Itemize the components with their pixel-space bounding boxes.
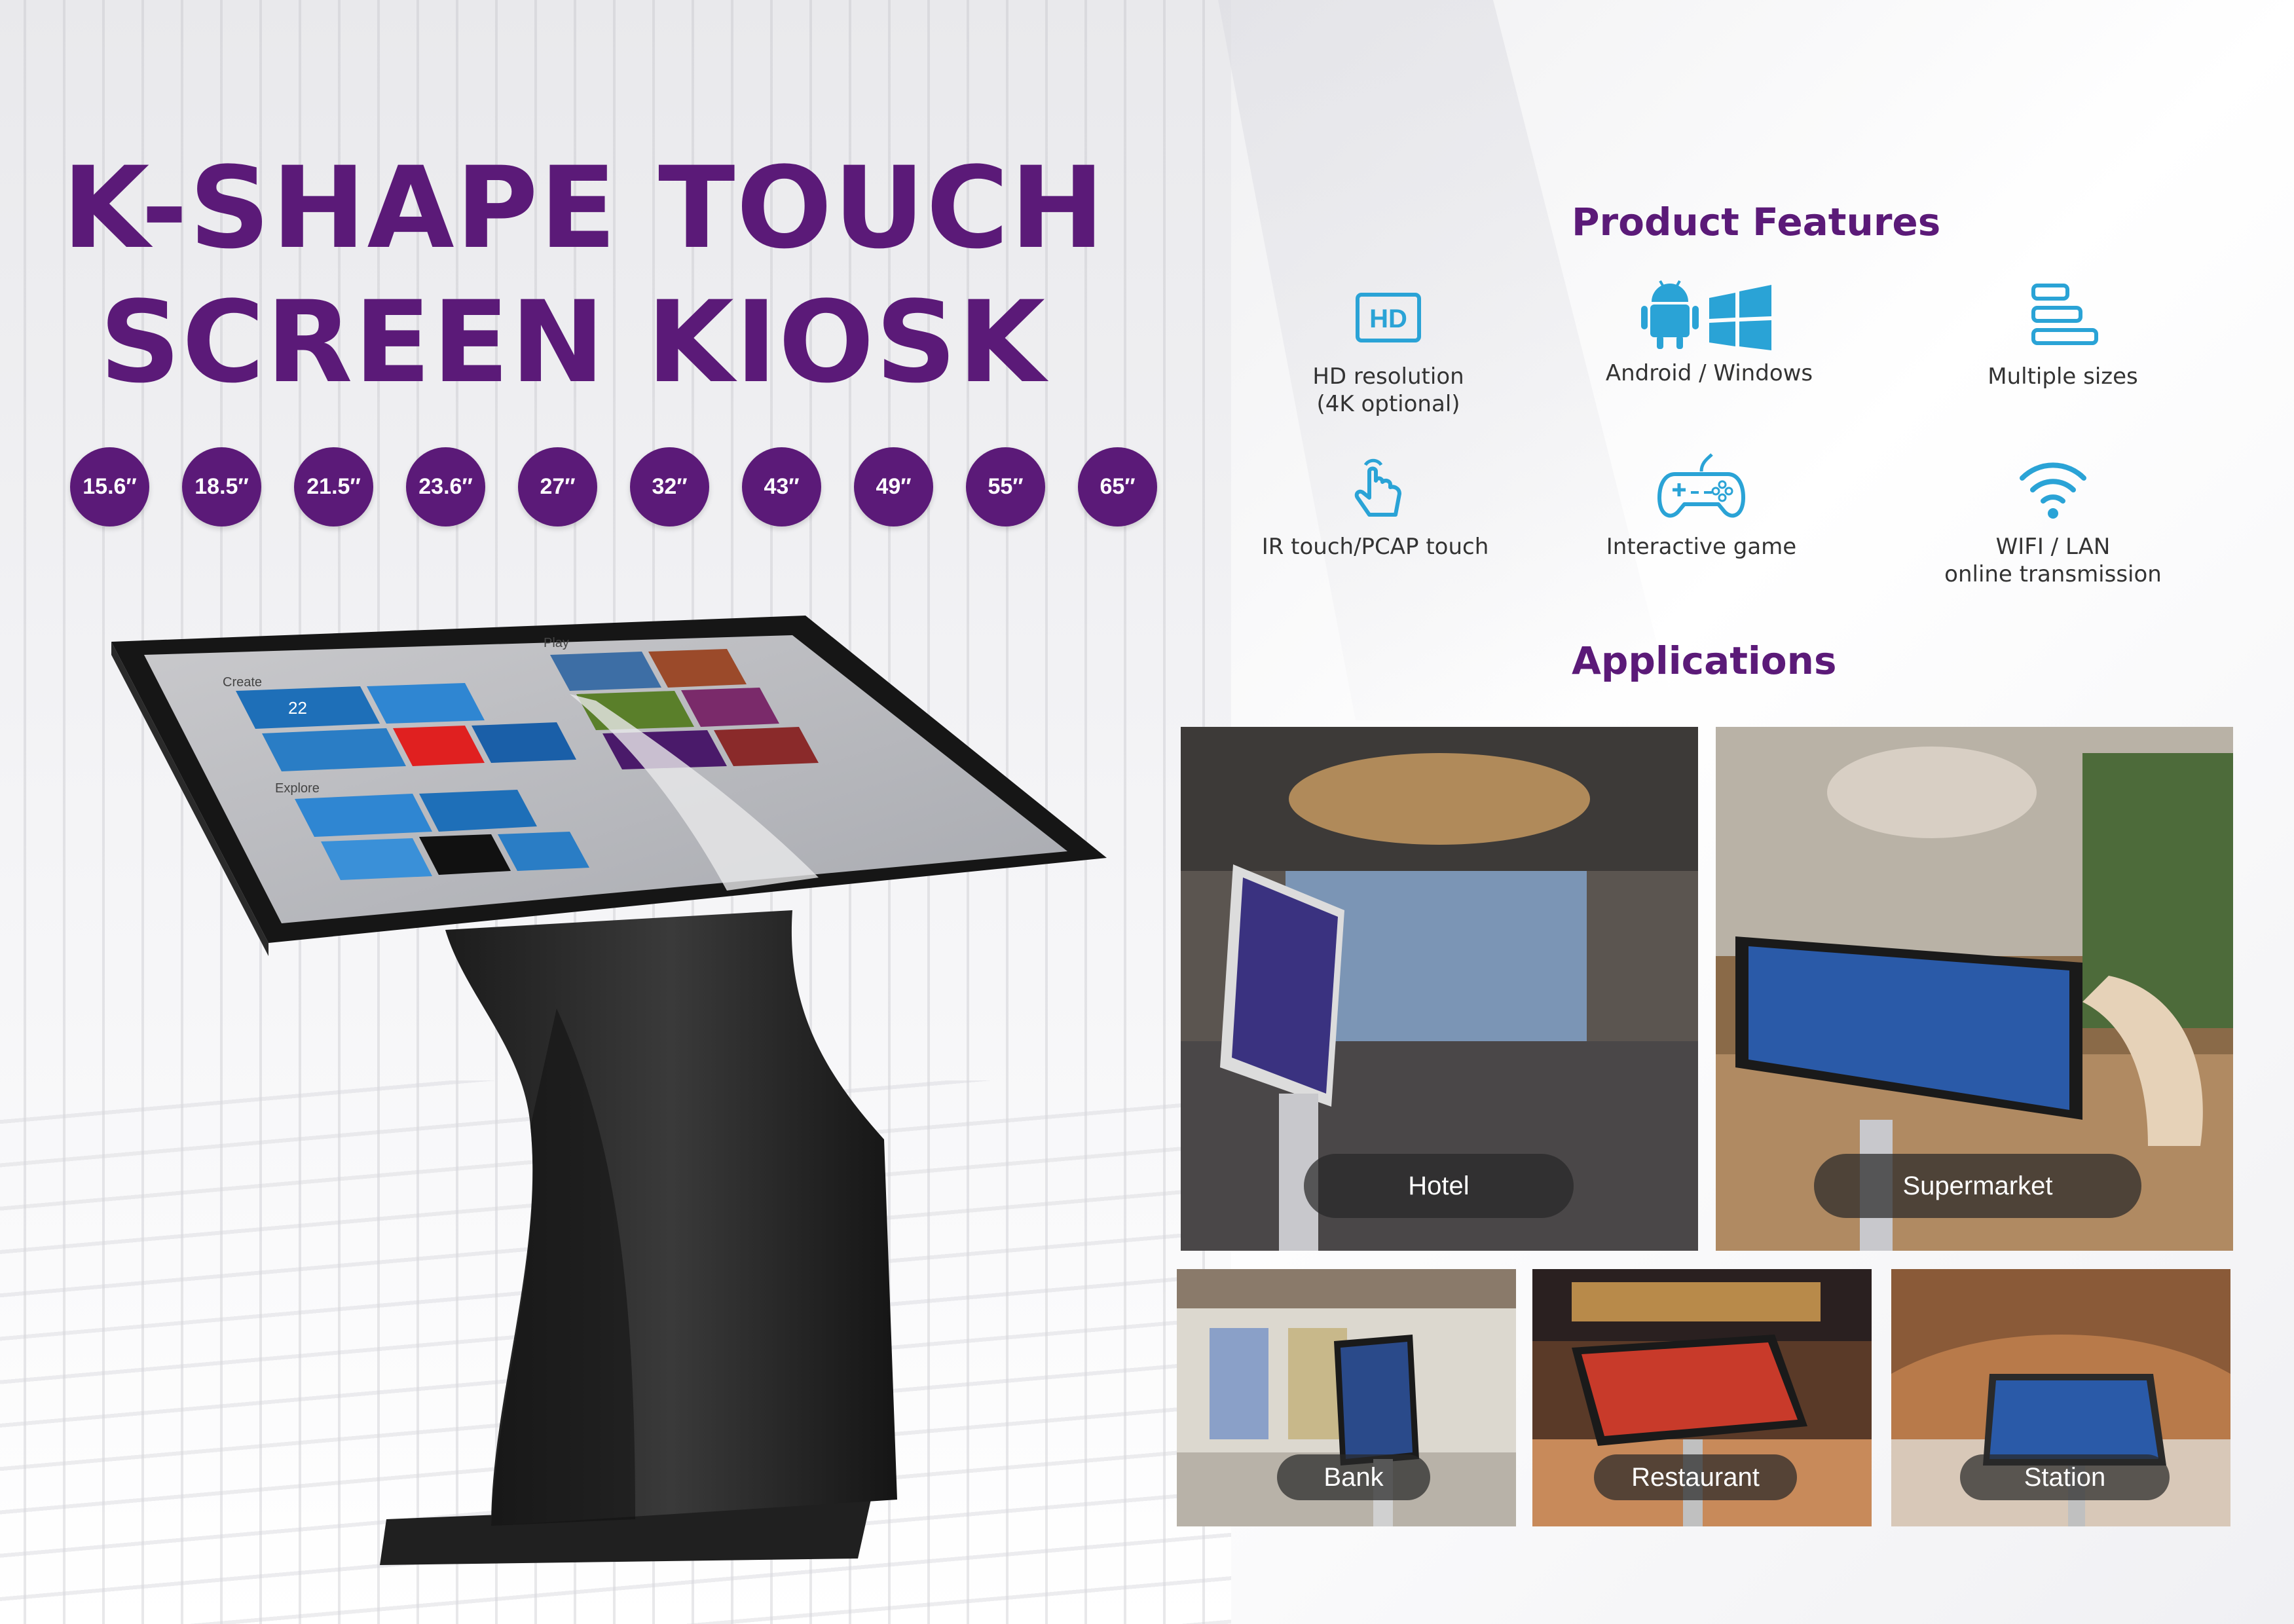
feature-wifi-label-1: WIFI / LAN — [1995, 534, 2111, 560]
feature-hd-label-2: (4K optional) — [1316, 391, 1460, 417]
app-supermarket-image: Supermarket — [1716, 727, 2233, 1251]
title-line-2: SCREEN KIOSK — [99, 276, 1047, 408]
app-label-bank: Bank — [1277, 1454, 1430, 1500]
feature-touch: IR touch/PCAP touch — [1225, 452, 1526, 561]
size-badge: 65′′ — [1078, 447, 1157, 526]
app-label-restaurant: Restaurant — [1594, 1454, 1797, 1500]
screen-play-label: Play — [544, 636, 569, 650]
size-badge: 15.6′′ — [70, 447, 149, 526]
wifi-icon — [2020, 462, 2086, 519]
size-badge: 43′′ — [742, 447, 821, 526]
feature-hd-label-1: HD resolution — [1312, 363, 1464, 390]
app-restaurant-image: Restaurant — [1532, 1269, 1872, 1526]
screen-date: 22 — [288, 698, 307, 718]
applications-heading: Applications — [1572, 638, 1837, 683]
app-label-hotel: Hotel — [1304, 1154, 1574, 1218]
kiosk-illustration: Create Play Explore 22 — [111, 616, 1107, 1565]
app-label-station: Station — [1960, 1454, 2170, 1500]
feature-os: Android / Windows — [1559, 278, 1860, 387]
page-title: K-SHAPE TOUCH SCREEN KIOSK — [62, 141, 1106, 409]
size-badge: 21.5′′ — [294, 447, 373, 526]
feature-os-label: Android / Windows — [1605, 360, 1813, 386]
size-badge: 32′′ — [630, 447, 709, 526]
touch-hand-icon — [1354, 458, 1401, 517]
sizes-bars-icon — [2031, 284, 2098, 345]
feature-hd: HD HD resolution (4K optional) — [1238, 282, 1539, 418]
features-heading: Product Features — [1572, 200, 1941, 244]
app-bank-image: Bank — [1177, 1269, 1516, 1526]
feature-game-label: Interactive game — [1606, 534, 1797, 560]
feature-touch-label: IR touch/PCAP touch — [1261, 534, 1489, 560]
app-label-supermarket: Supermarket — [1814, 1154, 2141, 1218]
size-badge: 49′′ — [854, 447, 933, 526]
feature-sizes: Multiple sizes — [1912, 282, 2213, 390]
title-line-1: K-SHAPE TOUCH — [62, 142, 1106, 274]
android-windows-icon — [1641, 280, 1771, 350]
feature-wifi-label-2: online transmission — [1944, 561, 2162, 587]
screen-create-label: Create — [223, 675, 262, 690]
svg-text:HD: HD — [1369, 304, 1407, 333]
size-badge: 18.5′′ — [182, 447, 261, 526]
size-badge: 23.6′′ — [406, 447, 485, 526]
app-station-image: Station — [1891, 1269, 2230, 1526]
gamepad-icon — [1657, 453, 1745, 518]
size-badge: 55′′ — [966, 447, 1045, 526]
feature-wifi: WIFI / LAN online transmission — [1902, 452, 2204, 588]
feature-sizes-label: Multiple sizes — [1988, 363, 2138, 390]
feature-game: Interactive game — [1551, 452, 1852, 561]
size-badge: 27′′ — [518, 447, 597, 526]
app-hotel-image: Hotel — [1181, 727, 1698, 1251]
hd-icon: HD — [1356, 293, 1421, 342]
size-list: 15.6′′ 18.5′′ 21.5′′ 23.6′′ 27′′ 32′′ 43… — [70, 447, 1157, 526]
screen-explore-label: Explore — [275, 781, 320, 796]
